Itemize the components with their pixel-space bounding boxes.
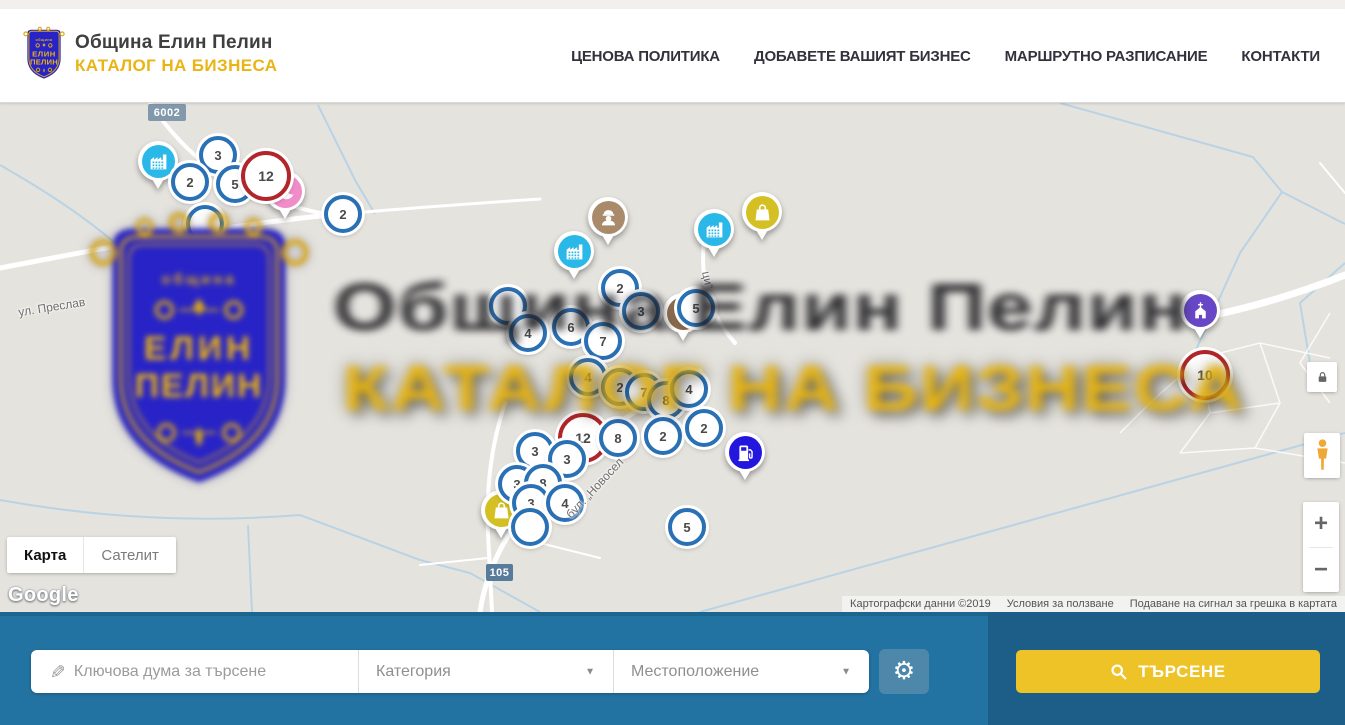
- map-cluster[interactable]: 10: [1180, 350, 1230, 400]
- map-pin-factory[interactable]: [694, 209, 734, 249]
- factory-icon: [698, 213, 731, 246]
- road-label: 6002: [148, 104, 186, 121]
- map-pin-worker[interactable]: [588, 197, 628, 237]
- worker-icon: [592, 201, 625, 234]
- attribution-report-link[interactable]: Подаване на сигнал за грешка в картата: [1130, 598, 1337, 610]
- map-markers: 3251222356744278412822333834510: [0, 103, 1345, 612]
- shopping-bag-icon: [746, 196, 779, 229]
- map-cluster[interactable]: 12: [241, 151, 291, 201]
- map-type-satellite-button[interactable]: Сателит: [83, 537, 176, 573]
- lock-button[interactable]: [1307, 362, 1337, 392]
- site-title: Община Елин Пелин: [75, 32, 277, 54]
- map-canvas[interactable]: 3251222356744278412822333834510 община Е…: [0, 103, 1345, 612]
- top-strip: [0, 0, 1345, 9]
- nav-bus-schedule[interactable]: МАРШРУТНО РАЗПИСАНИЕ: [1005, 48, 1208, 65]
- category-select[interactable]: Категория ▼: [358, 650, 613, 693]
- map-cluster[interactable]: 5: [677, 289, 715, 327]
- street-view-pegman-button[interactable]: [1304, 433, 1340, 478]
- search-fields: ✎ Категория ▼ Местоположение ▼: [31, 650, 869, 693]
- gear-icon: ⚙: [893, 659, 915, 684]
- factory-icon: [142, 145, 175, 178]
- chevron-down-icon: ▼: [841, 666, 851, 677]
- lock-icon: [1316, 371, 1329, 384]
- fuel-icon: [729, 436, 762, 469]
- location-select[interactable]: Местоположение ▼: [613, 650, 869, 693]
- nav-contacts[interactable]: КОНТАКТИ: [1241, 48, 1320, 65]
- map-cluster[interactable]: 2: [324, 195, 362, 233]
- zoom-in-button[interactable]: +: [1303, 502, 1339, 547]
- map-cluster[interactable]: 2: [644, 417, 682, 455]
- map-cluster[interactable]: 2: [685, 409, 723, 447]
- zoom-out-button[interactable]: −: [1303, 548, 1339, 593]
- map-cluster[interactable]: 8: [599, 419, 637, 457]
- map-pin-fuel[interactable]: [725, 432, 765, 472]
- zoom-control: + −: [1303, 502, 1339, 592]
- search-icon: [1110, 663, 1127, 680]
- road-label: 105: [486, 564, 513, 581]
- advanced-search-button[interactable]: ⚙: [879, 649, 929, 694]
- page: община ЕЛИН ПЕЛИН Община Елин Пелин КАТА…: [0, 0, 1345, 725]
- pencil-icon: ✎: [44, 664, 67, 680]
- municipality-crest-icon: община ЕЛИН ПЕЛИН: [22, 25, 66, 83]
- map-cluster[interactable]: 3: [622, 292, 660, 330]
- nav-add-business[interactable]: ДОБАВЕТЕ ВАШИЯТ БИЗНЕС: [754, 48, 971, 65]
- map-cluster[interactable]: 5: [668, 508, 706, 546]
- map-cluster[interactable]: [511, 508, 549, 546]
- svg-text:ЕЛИН: ЕЛИН: [32, 49, 56, 58]
- svg-text:община: община: [36, 38, 53, 42]
- map-type-control: Карта Сателит: [7, 537, 176, 573]
- map-cluster[interactable]: 4: [670, 370, 708, 408]
- map-cluster[interactable]: [186, 205, 224, 243]
- chevron-down-icon: ▼: [585, 666, 595, 677]
- header: община ЕЛИН ПЕЛИН Община Елин Пелин КАТА…: [0, 9, 1345, 103]
- svg-text:ПЕЛИН: ПЕЛИН: [30, 58, 58, 67]
- attribution-copyright: Картографски данни ©2019: [850, 598, 991, 610]
- google-logo[interactable]: Google: [8, 584, 79, 607]
- map-pin-shopping-bag[interactable]: [742, 192, 782, 232]
- keyword-field[interactable]: ✎: [31, 650, 358, 693]
- keyword-input[interactable]: [74, 663, 324, 681]
- brand-logo-link[interactable]: община ЕЛИН ПЕЛИН Община Елин Пелин КАТА…: [22, 25, 277, 83]
- map-pin-church[interactable]: [1180, 290, 1220, 330]
- search-button[interactable]: ТЪРСЕНЕ: [1016, 650, 1320, 693]
- map-attribution: Картографски данни ©2019 Условия за полз…: [842, 596, 1345, 612]
- nav-pricing[interactable]: ЦЕНОВА ПОЛИТИКА: [571, 48, 720, 65]
- map-cluster[interactable]: 4: [509, 314, 547, 352]
- pegman-icon: [1313, 437, 1332, 474]
- attribution-terms-link[interactable]: Условия за ползване: [1007, 598, 1114, 610]
- main-nav: ЦЕНОВА ПОЛИТИКА ДОБАВЕТЕ ВАШИЯТ БИЗНЕС М…: [571, 9, 1320, 103]
- site-subtitle: КАТАЛОГ НА БИЗНЕСА: [75, 56, 277, 76]
- search-bar: ✎ Категория ▼ Местоположение ▼ ⚙ ТЪРСЕНЕ: [0, 612, 1345, 725]
- map-type-map-button[interactable]: Карта: [7, 537, 83, 573]
- map-cluster[interactable]: 7: [584, 322, 622, 360]
- map-cluster[interactable]: 2: [171, 163, 209, 201]
- factory-icon: [558, 235, 591, 268]
- church-icon: [1184, 294, 1217, 327]
- map-pin-factory[interactable]: [554, 231, 594, 271]
